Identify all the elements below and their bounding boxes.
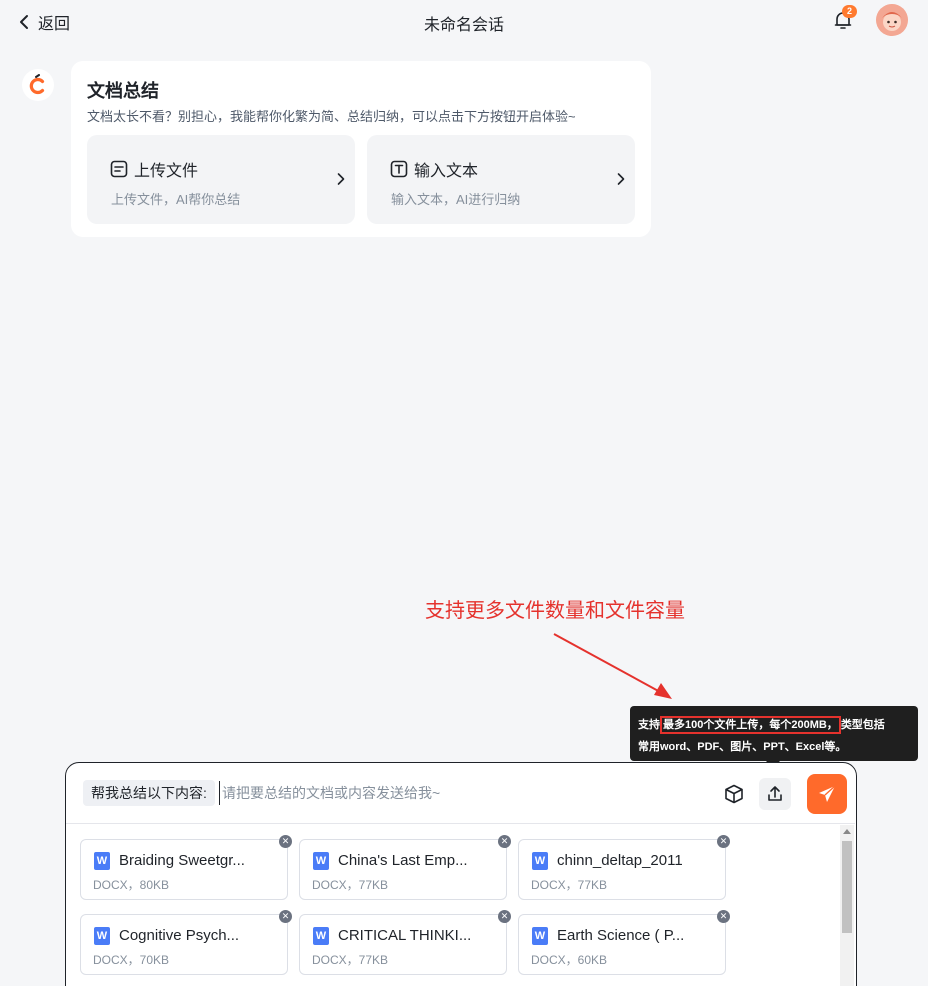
upload-button[interactable] [759,778,791,810]
remove-file-icon[interactable]: ✕ [498,910,511,923]
notification-badge: 2 [842,5,857,18]
word-doc-icon: W [532,852,548,870]
tooltip-line-1: 支持 最多100个文件上传，每个200MB， 类型包括 [638,714,910,736]
file-card[interactable]: W China's Last Emp... DOCX，77KB ✕ [299,835,511,900]
tooltip-highlight: 最多100个文件上传，每个200MB， [660,716,841,734]
annotation-text: 支持更多文件数量和文件容量 [425,600,685,622]
upload-icon [768,786,782,801]
remove-file-icon[interactable]: ✕ [717,835,730,848]
upload-file-label: 上传文件 [134,163,199,180]
input-text-sub: 输入文本，AI进行归纳 [391,192,521,207]
upload-tooltip: 支持 最多100个文件上传，每个200MB， 类型包括 常用word、PDF、图片、… [630,706,918,761]
file-meta: DOCX，77KB [531,878,608,892]
text-t-icon [390,160,408,178]
tooltip-line-2: 常用word、PDF、图片、PPT、Excel等。 [638,741,847,753]
file-card[interactable]: W Braiding Sweetgr... DOCX，80KB ✕ [80,835,292,900]
word-doc-icon: W [94,852,110,870]
file-list-scrollbar[interactable] [840,825,854,986]
file-meta: DOCX，77KB [312,953,389,967]
remove-file-icon[interactable]: ✕ [279,910,292,923]
file-name: chinn_deltap_2011 [557,852,683,869]
doc-lines-icon [110,160,128,178]
assistant-logo-icon [29,74,45,95]
file-card[interactable]: W Cognitive Psych... DOCX，70KB ✕ [80,910,292,975]
word-doc-icon: W [532,927,548,945]
card-description: 文档太长不看？别担心，我能帮你化繁为简、总结归纳，可以点击下方按钮开启体验~ [87,109,576,124]
avatar[interactable] [876,4,908,36]
send-icon [819,785,836,802]
remove-file-icon[interactable]: ✕ [498,835,511,848]
word-doc-icon: W [313,852,329,870]
send-button[interactable] [807,774,847,814]
message-input[interactable] [219,781,699,805]
assistant-logo [22,69,54,101]
tooltip-suffix: 类型包括 [840,719,885,731]
file-name: Braiding Sweetgr... [119,852,245,869]
remove-file-icon[interactable]: ✕ [279,835,292,848]
file-meta: DOCX，60KB [531,953,608,967]
chevron-right-icon [617,173,625,185]
card-title: 文档总结 [87,81,159,101]
file-card[interactable]: W Earth Science ( P... DOCX，60KB ✕ [518,910,730,975]
file-meta: DOCX，77KB [312,878,389,892]
word-doc-icon: W [94,927,110,945]
chat-input-panel: 帮我总结以下内容: W Braiding Sweetgr... DOCX，80K… [65,762,857,986]
page-title: 未命名会话 [423,17,504,34]
annotation-arrow-icon [553,633,672,699]
file-meta: DOCX，70KB [93,953,170,967]
file-name: China's Last Emp... [338,852,468,869]
chevron-right-icon [337,173,345,185]
file-card[interactable]: W chinn_deltap_2011 DOCX，77KB ✕ [518,835,730,900]
prompt-prefix-tag[interactable]: 帮我总结以下内容: [83,780,215,806]
word-doc-icon: W [313,927,329,945]
input-text-option[interactable]: 输入文本 输入文本，AI进行归纳 [367,135,635,224]
file-name: Cognitive Psych... [119,927,240,944]
panel-divider [66,823,855,824]
input-text-label: 输入文本 [414,163,479,180]
file-name: CRITICAL THINKI... [338,927,472,944]
upload-file-sub: 上传文件，AI帮你总结 [111,192,241,207]
file-name: Earth Science ( P... [557,927,685,944]
cube-icon[interactable] [723,783,745,805]
avatar-face-icon [876,4,908,36]
tooltip-prefix: 支持 [638,719,660,731]
upload-file-option[interactable]: 上传文件 上传文件，AI帮你总结 [87,135,355,224]
doc-summary-card: 文档总结 文档太长不看？别担心，我能帮你化繁为简、总结归纳，可以点击下方按钮开启… [71,61,651,237]
scroll-up-arrow[interactable] [843,829,851,834]
file-meta: DOCX，80KB [93,878,170,892]
remove-file-icon[interactable]: ✕ [717,910,730,923]
file-card[interactable]: W CRITICAL THINKI... DOCX，77KB ✕ [299,910,511,975]
top-bar: 返回 未命名会话 2 [0,0,928,42]
scroll-thumb[interactable] [842,841,852,933]
